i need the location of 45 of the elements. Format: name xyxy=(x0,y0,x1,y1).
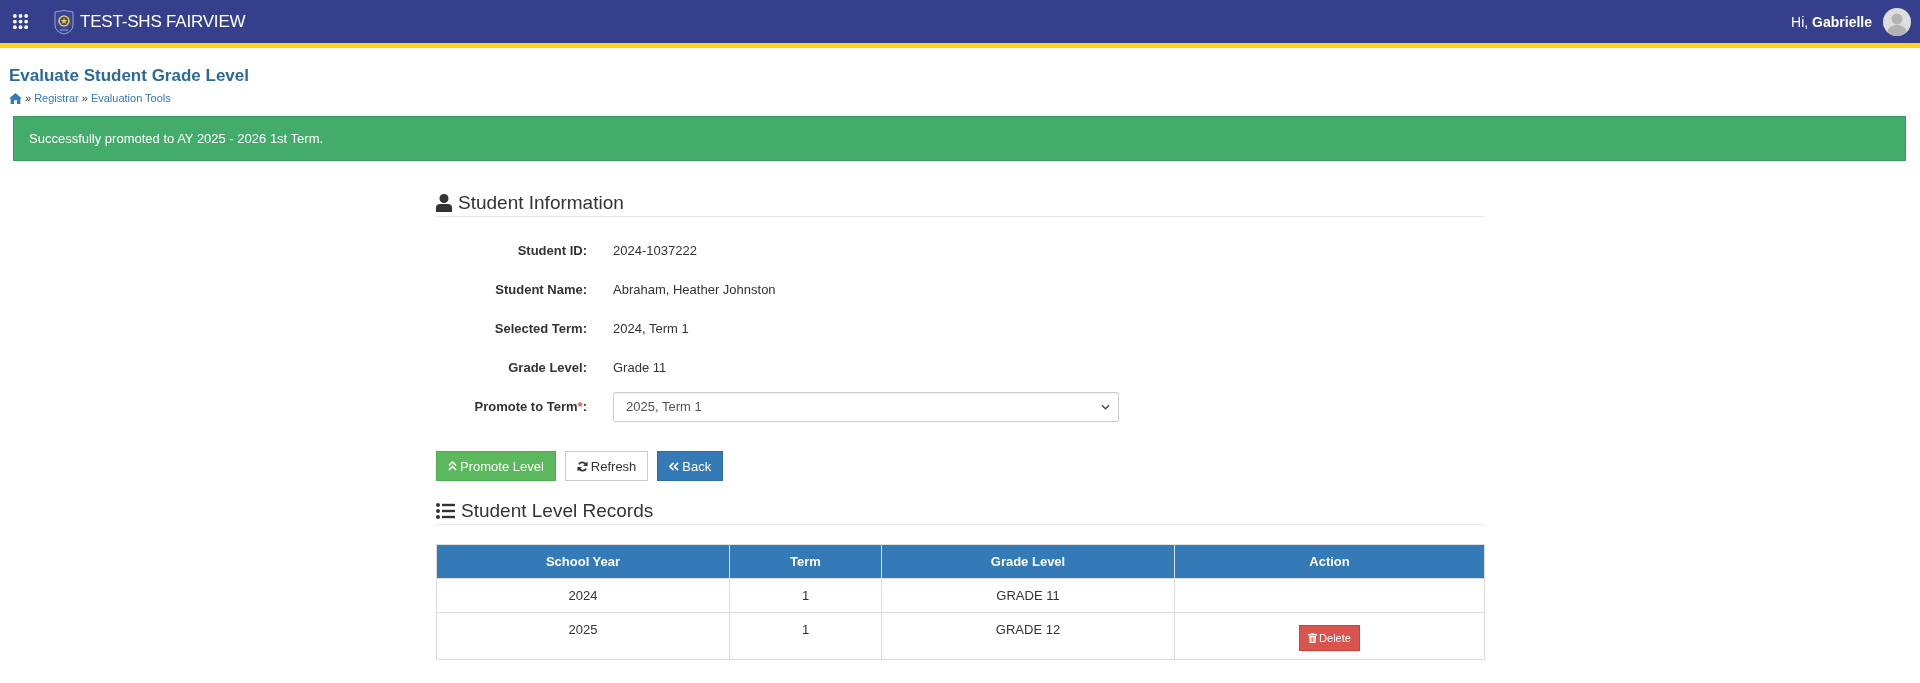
table-cell: 2025 xyxy=(568,622,598,637)
field-label: Selected Term: xyxy=(493,321,587,336)
avatar-icon[interactable] xyxy=(1883,7,1911,36)
table-cell: 2024 xyxy=(568,588,598,603)
breadcrumb-link[interactable]: Registrar xyxy=(34,91,79,105)
home-icon[interactable] xyxy=(9,92,22,104)
field-value: Grade 11 xyxy=(613,360,667,375)
table-cell: 1 xyxy=(801,622,810,637)
column-header: Grade Level xyxy=(881,544,1175,579)
table-cell: GRADE 12 xyxy=(995,622,1061,637)
trash-icon xyxy=(1308,633,1318,643)
refresh-icon xyxy=(576,460,588,472)
breadcrumb-separator: » xyxy=(25,91,32,105)
table-cell: 1 xyxy=(801,588,810,603)
success-alert: Successfully promoted to AY 2025 - 2026 1st Term. xyxy=(13,116,1906,161)
double-chevron-left-icon xyxy=(669,461,680,471)
user-icon xyxy=(436,194,452,212)
column-header: School Year xyxy=(436,544,730,579)
breadcrumb-link[interactable]: Evaluation Tools xyxy=(90,91,171,105)
table-cell: GRADE 11 xyxy=(996,588,1060,603)
page-title: Evaluate Student Grade Level xyxy=(9,66,250,86)
field-value: 2024, Term 1 xyxy=(613,321,689,336)
promote-button[interactable]: Promote Level xyxy=(436,451,556,481)
section-heading: Student Information xyxy=(458,191,624,215)
back-button[interactable]: Back xyxy=(657,451,724,481)
field-label: Promote to Term*: xyxy=(473,399,587,414)
delete-button[interactable]: Delete xyxy=(1299,625,1360,651)
section-heading: Student Level Records xyxy=(461,499,654,523)
field-value: Abraham, Heather Johnston xyxy=(613,282,776,297)
chevron-down-icon xyxy=(1101,403,1110,410)
apps-grid-icon[interactable] xyxy=(13,14,28,29)
field-label: Student ID: xyxy=(516,243,587,258)
term-select[interactable]: 2025, Term 1 xyxy=(613,391,1119,422)
refresh-button[interactable]: Refresh xyxy=(564,451,649,481)
list-icon xyxy=(436,503,455,519)
user-greeting: Hi, Gabrielle xyxy=(1791,13,1872,30)
column-header: Term xyxy=(729,544,882,579)
field-label: Grade Level: xyxy=(507,360,587,375)
breadcrumb-separator: » xyxy=(81,91,88,105)
school-name: TEST-SHS FAIRVIEW xyxy=(80,11,246,32)
field-label: Student Name: xyxy=(494,282,587,297)
shield-logo-icon[interactable] xyxy=(53,8,75,35)
double-chevron-up-icon xyxy=(448,461,457,471)
field-value: 2024-1037222 xyxy=(613,243,697,258)
column-header: Action xyxy=(1174,544,1485,579)
